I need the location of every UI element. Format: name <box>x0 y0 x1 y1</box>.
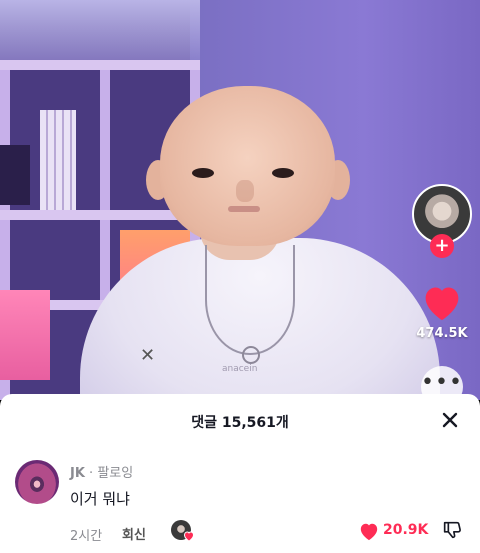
comment-like-button[interactable]: 20.9K <box>358 519 438 543</box>
mouth <box>228 206 260 212</box>
comment-time: 2시간 <box>70 529 103 544</box>
head <box>160 86 335 246</box>
author-relation: 팔로잉 <box>97 466 134 481</box>
like-count: 474.5K <box>416 326 468 341</box>
follow-button[interactable]: + <box>430 234 454 258</box>
thumbs-down-icon[interactable] <box>441 519 463 541</box>
necklace <box>205 245 295 355</box>
creator-liked-heart-icon <box>183 531 195 542</box>
comments-title: 댓글 15,561개 <box>191 415 289 431</box>
like-button[interactable]: 474.5K <box>412 282 472 341</box>
person-figure: ✕ anacein <box>0 0 480 400</box>
necklace-pendant <box>242 346 260 364</box>
close-button[interactable] <box>436 406 464 434</box>
nose <box>236 180 254 202</box>
shirt-logo: ✕ <box>140 345 156 366</box>
heart-icon[interactable] <box>420 282 464 322</box>
comment-author-line: JK · 팔로잉 <box>70 462 133 481</box>
shirt-text: anacein <box>222 364 258 374</box>
heart-icon[interactable] <box>358 521 380 541</box>
eye <box>272 168 294 178</box>
comment-item: JK · 팔로잉 이거 뭐냐 2시간 회신 20.9K <box>0 452 480 553</box>
comments-sheet: 댓글 15,561개 JK · 팔로잉 이거 뭐냐 2시간 회신 20.9K <box>0 394 480 553</box>
comment-dislike-button[interactable] <box>441 519 463 541</box>
author-separator: · <box>84 466 98 481</box>
comment-like-count: 20.9K <box>383 522 429 538</box>
creator-avatar-group[interactable]: + <box>412 184 472 264</box>
comment-text: 이거 뭐냐 <box>70 490 130 508</box>
video-player[interactable]: ✕ anacein + 474.5K ••• <box>0 0 480 400</box>
close-icon[interactable] <box>436 406 464 434</box>
commenter-avatar[interactable] <box>15 460 59 504</box>
reply-button[interactable]: 회신 <box>122 524 146 543</box>
comment-author[interactable]: JK <box>70 466 85 481</box>
eye <box>192 168 214 178</box>
